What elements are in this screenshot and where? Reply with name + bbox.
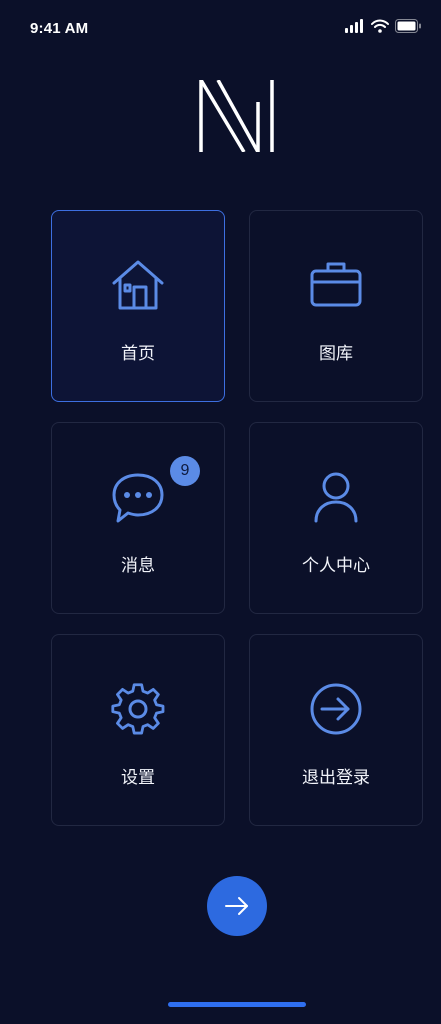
home-indicator[interactable] xyxy=(168,1002,306,1007)
tile-messages-label: 消息 xyxy=(121,556,155,576)
status-time: 9:41 AM xyxy=(30,20,89,37)
chat-icon xyxy=(112,473,164,523)
tile-gallery[interactable]: 图库 xyxy=(249,210,423,402)
tile-home[interactable]: 首页 xyxy=(51,210,225,402)
gear-icon xyxy=(111,683,165,735)
tile-logout-label: 退出登录 xyxy=(302,768,370,788)
cellular-signal-icon xyxy=(345,19,363,33)
next-button[interactable] xyxy=(207,876,267,936)
briefcase-icon xyxy=(310,262,362,307)
tile-settings-label: 设置 xyxy=(121,768,155,788)
tile-gallery-label: 图库 xyxy=(319,344,353,364)
arrow-right-circle-icon xyxy=(310,683,362,735)
battery-icon xyxy=(395,19,421,33)
tile-profile-label: 个人中心 xyxy=(302,556,370,576)
brand-logo-icon xyxy=(199,80,274,152)
tile-logout[interactable]: 退出登录 xyxy=(249,634,423,826)
wifi-icon xyxy=(371,19,389,33)
tile-profile[interactable]: 个人中心 xyxy=(249,422,423,614)
notification-badge: 9 xyxy=(170,456,200,486)
tile-home-label: 首页 xyxy=(121,344,155,364)
user-icon xyxy=(314,472,358,523)
home-icon xyxy=(112,260,164,310)
tile-messages[interactable]: 9 消息 xyxy=(51,422,225,614)
arrow-right-icon xyxy=(225,897,248,915)
status-bar: 9:41 AM xyxy=(0,0,441,56)
tile-settings[interactable]: 设置 xyxy=(51,634,225,826)
status-icons xyxy=(345,19,421,33)
